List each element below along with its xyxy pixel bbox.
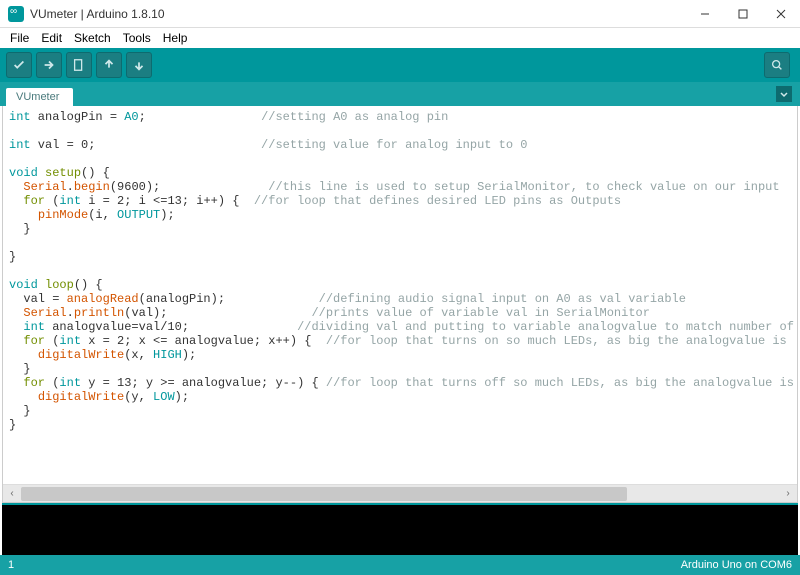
tab-vumeter[interactable]: VUmeter bbox=[6, 88, 73, 106]
menu-tools[interactable]: Tools bbox=[117, 29, 157, 47]
menu-edit[interactable]: Edit bbox=[35, 29, 68, 47]
save-button[interactable] bbox=[126, 52, 152, 78]
window-controls bbox=[686, 0, 800, 28]
menu-help[interactable]: Help bbox=[157, 29, 194, 47]
statusbar: 1 Arduino Uno on COM6 bbox=[0, 555, 800, 575]
menubar: File Edit Sketch Tools Help bbox=[0, 28, 800, 48]
status-line-number: 1 bbox=[8, 559, 14, 571]
new-button[interactable] bbox=[66, 52, 92, 78]
titlebar: VUmeter | Arduino 1.8.10 bbox=[0, 0, 800, 28]
open-button[interactable] bbox=[96, 52, 122, 78]
scroll-right-icon[interactable]: › bbox=[779, 485, 797, 503]
verify-button[interactable] bbox=[6, 52, 32, 78]
console-output bbox=[2, 503, 798, 555]
scroll-track[interactable] bbox=[21, 485, 779, 503]
scroll-left-icon[interactable]: ‹ bbox=[3, 485, 21, 503]
maximize-button[interactable] bbox=[724, 0, 762, 28]
tab-menu-icon[interactable] bbox=[776, 86, 792, 102]
toolbar bbox=[0, 48, 800, 82]
menu-file[interactable]: File bbox=[4, 29, 35, 47]
code-editor[interactable]: int analogPin = A0; //setting A0 as anal… bbox=[3, 106, 797, 484]
tabbar: VUmeter bbox=[0, 82, 800, 106]
scroll-thumb[interactable] bbox=[21, 487, 627, 501]
upload-button[interactable] bbox=[36, 52, 62, 78]
arduino-icon bbox=[8, 6, 24, 22]
status-board: Arduino Uno on COM6 bbox=[681, 559, 792, 571]
editor-area: int analogPin = A0; //setting A0 as anal… bbox=[2, 106, 798, 503]
horizontal-scrollbar[interactable]: ‹ › bbox=[3, 484, 797, 502]
window-title: VUmeter | Arduino 1.8.10 bbox=[30, 7, 686, 21]
minimize-button[interactable] bbox=[686, 0, 724, 28]
close-button[interactable] bbox=[762, 0, 800, 28]
serial-monitor-button[interactable] bbox=[764, 52, 790, 78]
menu-sketch[interactable]: Sketch bbox=[68, 29, 117, 47]
